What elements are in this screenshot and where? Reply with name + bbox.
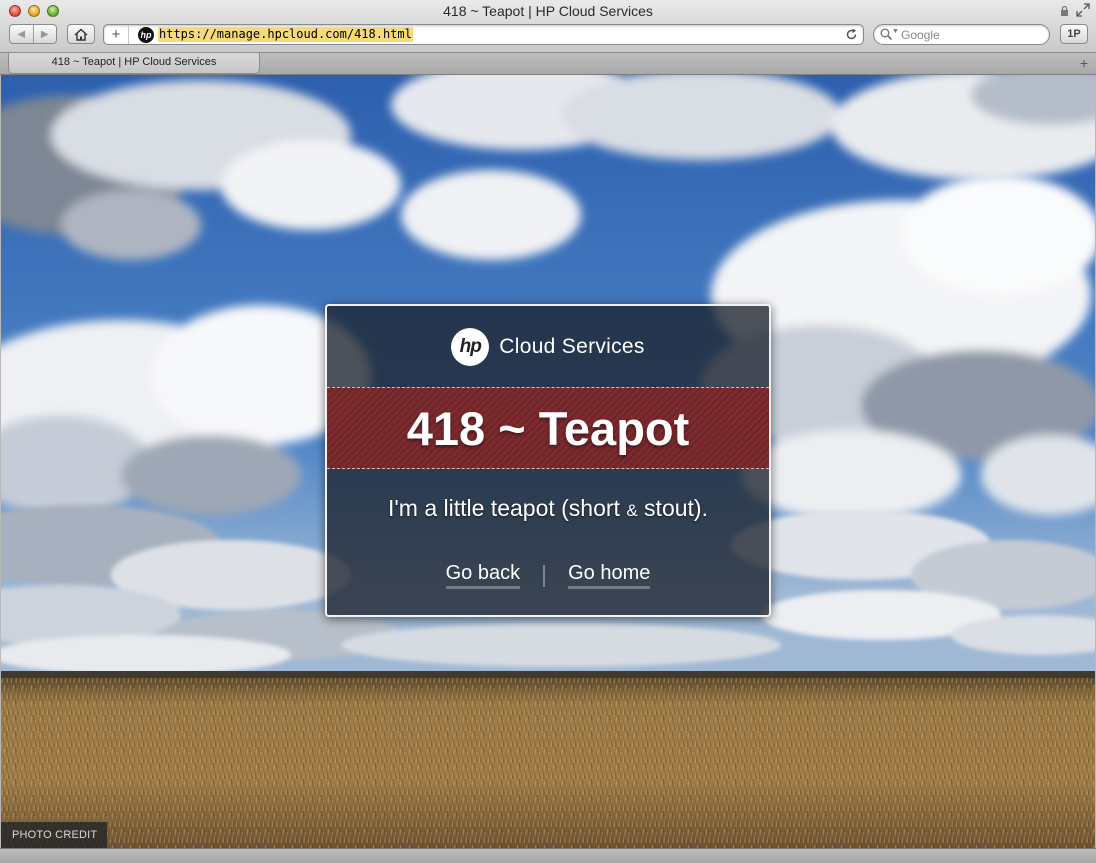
error-message-start: I'm a little teapot (short <box>388 495 627 521</box>
photo-credit-link[interactable]: PHOTO CREDIT <box>1 822 108 848</box>
tab-active[interactable]: 418 ~ Teapot | HP Cloud Services <box>8 53 260 74</box>
lock-icon <box>1061 6 1068 16</box>
browser-toolbar: 418 ~ Teapot | HP Cloud Services ◀ ▶ + h… <box>0 0 1096 53</box>
forward-button[interactable]: ▶ <box>32 25 57 43</box>
home-icon <box>74 28 88 41</box>
forward-arrow-icon: ▶ <box>40 28 49 40</box>
window-bottom-bar <box>0 848 1096 863</box>
plus-icon: + <box>111 26 121 43</box>
error-message: I'm a little teapot (short & stout). <box>327 495 769 522</box>
go-back-link[interactable]: Go back <box>445 562 521 589</box>
search-field[interactable]: ▼ Google <box>873 24 1050 45</box>
new-tab-icon[interactable]: + <box>1080 55 1088 71</box>
home-button[interactable] <box>67 24 95 44</box>
search-dropdown-icon[interactable]: ▼ <box>892 28 899 35</box>
add-bookmark-button[interactable]: + <box>104 25 129 44</box>
card-header: hp Cloud Services <box>327 306 769 387</box>
site-favicon-icon: hp <box>138 27 154 43</box>
tab-bar: 418 ~ Teapot | HP Cloud Services + <box>0 53 1096 75</box>
back-button[interactable]: ◀ <box>10 25 33 43</box>
brand-name: Cloud Services <box>499 334 645 358</box>
error-card: hp Cloud Services 418 ~ Teapot I'm a lit… <box>325 304 771 617</box>
error-title: 418 ~ Teapot <box>406 401 690 455</box>
error-links: Go back Go home <box>327 562 769 589</box>
search-placeholder: Google <box>901 28 940 42</box>
hp-logo-icon: hp <box>451 327 490 366</box>
link-divider <box>543 564 546 587</box>
browser-window: 418 ~ Teapot | HP Cloud Services ◀ ▶ + h… <box>0 0 1096 863</box>
error-message-end: stout). <box>637 495 708 521</box>
error-message-amp: & <box>626 501 638 520</box>
nav-buttons: ◀ ▶ <box>9 24 57 44</box>
back-arrow-icon: ◀ <box>17 28 26 40</box>
url-text[interactable]: https://manage.hpcloud.com/418.html <box>158 27 413 42</box>
address-bar[interactable]: + hp https://manage.hpcloud.com/418.html <box>103 24 864 45</box>
reload-icon[interactable] <box>845 28 858 41</box>
go-home-link[interactable]: Go home <box>568 562 651 589</box>
error-banner: 418 ~ Teapot <box>327 387 769 469</box>
onepassword-button[interactable]: 1P <box>1060 24 1088 44</box>
fullscreen-icon[interactable] <box>1076 3 1090 17</box>
window-title: 418 ~ Teapot | HP Cloud Services <box>443 3 653 19</box>
